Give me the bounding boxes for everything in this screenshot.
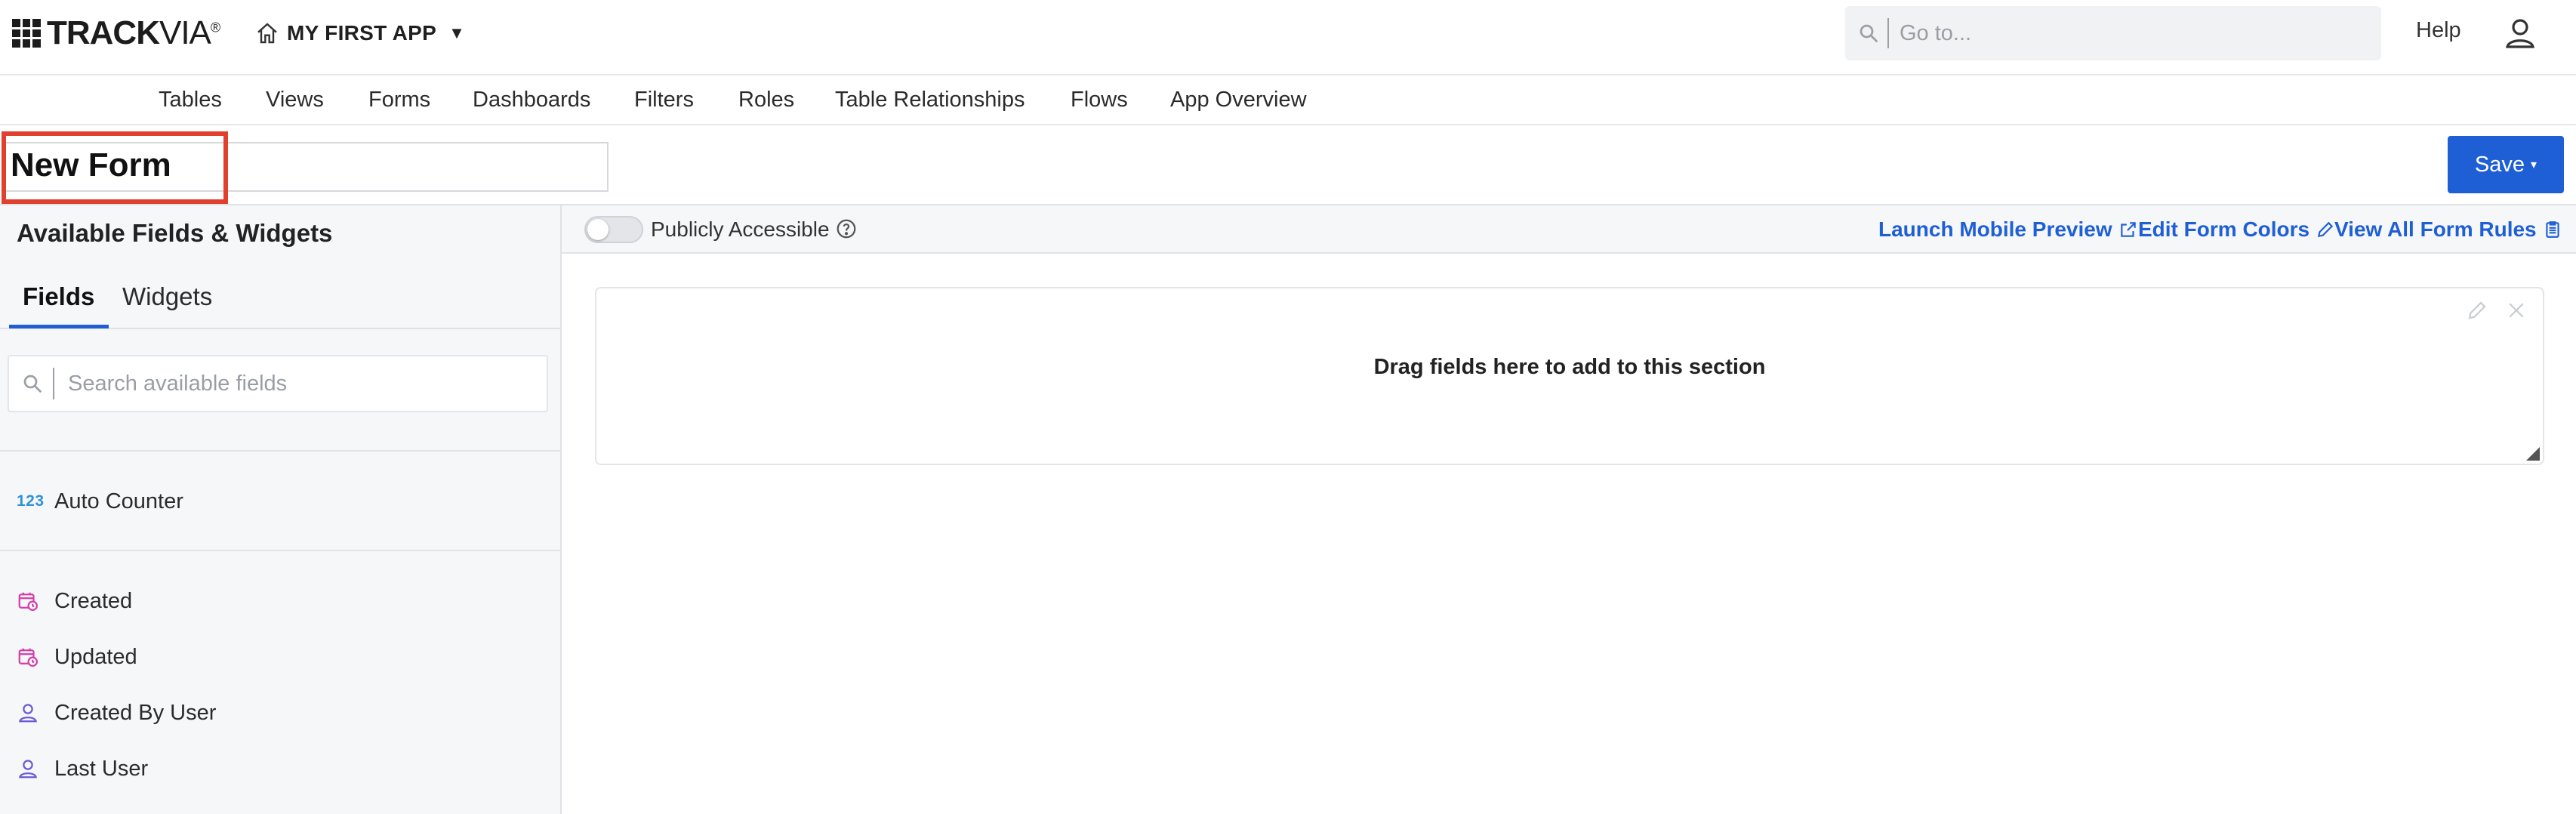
user-icon[interactable] <box>2502 15 2538 51</box>
question-circle-icon[interactable] <box>835 217 858 240</box>
edit-form-colors-link[interactable]: Edit Form Colors <box>2138 217 2335 242</box>
calendar-clock-icon <box>18 648 38 667</box>
home-icon <box>257 23 277 44</box>
resize-handle-icon[interactable] <box>2526 447 2540 461</box>
form-section-dropzone[interactable]: Drag fields here to add to this section <box>595 287 2544 465</box>
nav-app-overview[interactable]: App Overview <box>1170 88 1307 113</box>
nav-filters[interactable]: Filters <box>634 88 694 113</box>
pencil-icon <box>2318 221 2334 238</box>
field-updated[interactable]: Updated <box>17 640 137 674</box>
field-label: Auto Counter <box>54 489 183 513</box>
launch-mobile-preview-link[interactable]: Launch Mobile Preview <box>1878 217 2138 242</box>
pencil-icon[interactable] <box>2466 299 2488 322</box>
search-icon <box>23 375 42 393</box>
view-all-form-rules-link[interactable]: View All Form Rules <box>2334 217 2562 242</box>
panel-divider <box>0 550 562 551</box>
caret-down-icon: ▾ <box>2531 159 2537 171</box>
search-icon <box>1860 24 1878 43</box>
clipboard-icon <box>2545 221 2559 238</box>
nav-flows[interactable]: Flows <box>1071 88 1128 113</box>
nav-dashboards[interactable]: Dashboards <box>473 88 590 113</box>
number-field-icon: 123 <box>17 492 45 510</box>
app-name: MY FIRST APP <box>287 21 437 45</box>
user-icon <box>19 760 37 779</box>
search-divider <box>1887 18 1889 48</box>
field-search <box>8 355 548 412</box>
link-label: Edit Form Colors <box>2138 217 2310 241</box>
global-search <box>1845 6 2381 60</box>
nav-views[interactable]: Views <box>266 88 324 113</box>
form-title[interactable]: New Form <box>11 146 171 184</box>
field-last-user[interactable]: Last User <box>17 752 148 785</box>
chevron-down-icon: ▼ <box>448 23 465 42</box>
save-button[interactable]: Save ▾ <box>2448 136 2564 193</box>
calendar-clock-icon <box>18 592 38 611</box>
field-created-by-user[interactable]: Created By User <box>17 696 216 729</box>
nav-forms[interactable]: Forms <box>368 88 430 113</box>
field-label: Updated <box>54 644 137 669</box>
form-title-bar: New Form Save ▾ <box>0 125 2576 205</box>
logo-wordmark: TRACKVIA® <box>47 14 220 51</box>
dropzone-message: Drag fields here to add to this section <box>1373 355 1766 379</box>
form-toolbar: Publicly Accessible Launch Mobile Previe… <box>562 205 2576 254</box>
field-created[interactable]: Created <box>17 584 132 618</box>
save-label: Save <box>2474 152 2525 177</box>
link-label: View All Form Rules <box>2334 217 2537 241</box>
app-nav: Tables Views Forms Dashboards Filters Ro… <box>0 76 2576 125</box>
field-label: Last User <box>54 756 149 781</box>
panel-tabs: Fields Widgets <box>0 266 562 329</box>
link-label: Launch Mobile Preview <box>1878 217 2112 241</box>
nav-tables[interactable]: Tables <box>159 88 222 113</box>
panel-divider <box>0 450 562 452</box>
tab-widgets[interactable]: Widgets <box>122 282 212 311</box>
user-icon <box>19 704 37 723</box>
field-label: Created <box>54 588 133 613</box>
global-search-input[interactable] <box>1900 20 2322 46</box>
help-link[interactable]: Help <box>2416 18 2461 43</box>
tab-fields[interactable]: Fields <box>23 282 94 311</box>
active-tab-indicator <box>9 325 109 328</box>
field-auto-counter[interactable]: 123 Auto Counter <box>17 485 183 518</box>
toggle-knob <box>587 219 609 240</box>
panel-title: Available Fields & Widgets <box>17 219 333 247</box>
fields-panel: Available Fields & Widgets Fields Widget… <box>0 205 562 814</box>
field-search-input[interactable] <box>68 371 521 396</box>
top-header: TRACKVIA® MY FIRST APP ▼ Help <box>0 0 2576 76</box>
nav-table-relationships[interactable]: Table Relationships <box>835 88 1025 113</box>
nav-roles[interactable]: Roles <box>738 88 794 113</box>
logo-grid-icon <box>12 19 41 48</box>
field-label: Created By User <box>54 700 217 725</box>
close-icon[interactable] <box>2505 299 2528 322</box>
external-link-icon <box>2120 222 2136 237</box>
app-switcher[interactable]: MY FIRST APP ▼ <box>255 17 465 50</box>
public-access-toggle[interactable] <box>584 216 643 243</box>
trackvia-logo[interactable]: TRACKVIA® <box>12 14 220 51</box>
toggle-label: Publicly Accessible <box>651 217 830 241</box>
search-divider <box>53 368 54 399</box>
